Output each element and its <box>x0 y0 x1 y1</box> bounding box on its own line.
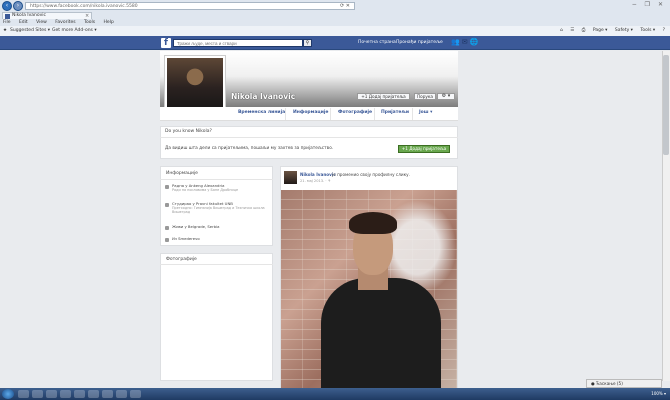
post-action-text: је променио своју профилну слику. <box>332 172 410 177</box>
app-taskbar-icon[interactable] <box>102 390 113 398</box>
forward-button[interactable]: › <box>13 1 23 11</box>
page-menu[interactable]: Page ▾ <box>593 26 608 36</box>
info-education-sub: Претходно: Гимназија Вишеград и Техничка… <box>172 206 265 214</box>
tab-about[interactable]: Информације <box>293 110 328 116</box>
scrollbar-thumb[interactable] <box>663 55 669 155</box>
refresh-icon[interactable]: ⟳ ✕ <box>340 3 350 9</box>
get-addons-link[interactable]: Get more Add-ons ▾ <box>52 26 97 36</box>
leather-jacket <box>321 278 441 389</box>
gear-menu-button[interactable]: ⚙ ▾ <box>437 93 455 100</box>
explorer-taskbar-icon[interactable] <box>18 390 29 398</box>
add-friend-button-green[interactable]: +1 Додај пријатеља <box>398 145 450 153</box>
zoom-level[interactable]: 100% ▾ <box>651 390 666 398</box>
print-icon[interactable]: ⎙ <box>582 26 586 36</box>
friend-requests-icon[interactable]: 👥 <box>451 38 462 46</box>
facebook-logo-icon[interactable]: f <box>161 38 171 48</box>
messages-icon[interactable]: ✉ <box>462 38 470 46</box>
info-title: Информације <box>166 171 198 176</box>
find-friends-link[interactable]: Пронађи пријатеље <box>396 40 443 46</box>
photos-title[interactable]: Фотографије <box>166 257 197 262</box>
tab-timeline[interactable]: Временска линија <box>238 110 285 116</box>
profile-picture[interactable] <box>164 55 226 115</box>
profile-name: Nikola Ivanovic <box>231 92 296 101</box>
post-date[interactable]: 21. мај 2013. · ⚘ <box>300 179 331 183</box>
do-you-know-title: Do you know Nikola? <box>165 129 212 134</box>
notification-icons[interactable]: 👥✉🌐 <box>451 38 480 46</box>
chat-icon: ● <box>591 381 595 386</box>
tab-divider <box>285 108 286 120</box>
tab-row: Nikola Ivanovic × <box>0 12 670 19</box>
menu-view[interactable]: View <box>36 19 47 26</box>
info-lives-in[interactable]: Живи у Belgrade, Serbia <box>172 224 219 229</box>
tab-more[interactable]: Још ▾ <box>419 110 432 116</box>
hair <box>349 212 397 234</box>
tab-photos[interactable]: Фотографије <box>338 110 372 116</box>
graduation-cap-icon <box>165 203 169 207</box>
notifications-icon[interactable]: 🌐 <box>470 38 481 46</box>
ie-taskbar-icon[interactable] <box>32 390 43 398</box>
address-bar[interactable]: https://www.facebook.com/nikola.ivanovic… <box>25 2 355 10</box>
divider <box>160 137 458 138</box>
menu-tools[interactable]: Tools <box>84 19 95 26</box>
window-controls[interactable]: − ❐ ✕ <box>632 1 666 8</box>
tab-divider <box>330 108 331 120</box>
menu-file[interactable]: File <box>3 19 11 26</box>
menu-edit[interactable]: Edit <box>19 19 28 26</box>
chat-label: Ћаскање (5) <box>596 381 623 386</box>
forward-arrow-icon: › <box>16 2 20 9</box>
back-button[interactable]: ‹ <box>2 1 12 11</box>
menu-bar: File Edit View Favorites Tools Help <box>0 19 670 26</box>
page-gutter <box>0 51 160 400</box>
tab-divider <box>412 108 413 120</box>
info-from[interactable]: Из Smederevo <box>172 236 200 241</box>
location-pin-icon <box>165 238 169 242</box>
add-friend-button[interactable]: +1 Додај пријатеља <box>357 93 410 100</box>
command-bar: ⌂ ☰ ⎙ Page ▾ Safety ▾ Tools ▾ ? <box>554 26 665 36</box>
divider <box>160 264 273 265</box>
message-button[interactable]: Порука <box>414 93 436 100</box>
help-menu[interactable]: ? <box>663 26 665 36</box>
windows-taskbar <box>0 388 670 400</box>
facebook-top-bar <box>0 36 670 50</box>
media-taskbar-icon[interactable] <box>60 390 71 398</box>
tools-menu[interactable]: Tools ▾ <box>640 26 655 36</box>
app-taskbar-icon[interactable] <box>74 390 85 398</box>
menu-help[interactable]: Help <box>104 19 114 26</box>
post-avatar[interactable] <box>284 171 297 184</box>
divider <box>160 179 273 180</box>
feeds-icon[interactable]: ☰ <box>570 26 574 36</box>
post-author[interactable]: Nikola Ivanovic <box>300 172 336 177</box>
post-photo[interactable] <box>281 190 457 389</box>
suggested-sites-link[interactable]: Suggested Sites ▾ <box>10 26 50 36</box>
home-link[interactable]: Почетна страна <box>358 40 396 46</box>
favorites-star-icon[interactable]: ★ <box>3 26 7 36</box>
home-icon[interactable]: ⌂ <box>560 26 563 36</box>
info-work-sub: Ради на пословима у Бане Дробнице <box>172 188 239 192</box>
chat-sidebar-button[interactable]: ● Ћаскање (5) <box>586 379 662 388</box>
app-taskbar-icon[interactable] <box>116 390 127 398</box>
search-icon: ⚲ <box>305 40 310 46</box>
start-button[interactable] <box>2 389 14 399</box>
house-icon <box>165 226 169 230</box>
back-arrow-icon: ‹ <box>5 2 9 9</box>
browser-tab[interactable]: Nikola Ivanovic × <box>2 12 92 19</box>
search-input[interactable] <box>173 39 303 47</box>
app-taskbar-icon[interactable] <box>88 390 99 398</box>
profile-photo-image[interactable] <box>167 58 223 112</box>
photos-box <box>160 253 273 381</box>
safety-menu[interactable]: Safety ▾ <box>615 26 633 36</box>
folder-taskbar-icon[interactable] <box>46 390 57 398</box>
do-you-know-text: Да видиш шта дели са пријатељима, пошаљи… <box>165 146 334 151</box>
menu-favorites[interactable]: Favorites <box>55 19 75 26</box>
tab-friends[interactable]: Пријатељи <box>381 110 409 116</box>
tab-title: Nikola Ivanovic <box>12 13 46 18</box>
search-button[interactable]: ⚲ <box>303 39 312 47</box>
briefcase-icon <box>165 185 169 189</box>
app-taskbar-icon[interactable] <box>130 390 141 398</box>
tab-divider <box>374 108 375 120</box>
